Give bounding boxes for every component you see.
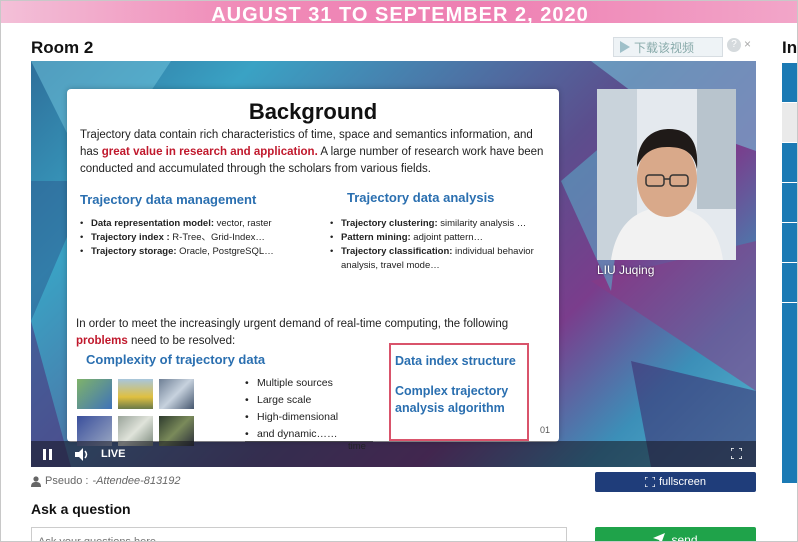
expand-icon bbox=[644, 477, 655, 487]
send-icon bbox=[653, 533, 666, 541]
bullet-term: Data representation model: bbox=[91, 218, 214, 229]
bullet-text: Oracle, PostgreSQL… bbox=[176, 246, 274, 257]
download-video-label: 下载该视频 bbox=[634, 40, 695, 55]
right-panel-strip bbox=[782, 63, 797, 483]
taxi-image bbox=[118, 379, 153, 409]
volume-icon[interactable] bbox=[75, 448, 91, 461]
right-heading: Trajectory data analysis bbox=[347, 190, 495, 205]
left-bullets: Data representation model: vector, raste… bbox=[79, 217, 319, 259]
demand-text-start: In order to meet the increasingly urgent… bbox=[76, 318, 509, 330]
bullet-text: adjoint pattern… bbox=[410, 232, 484, 243]
right-panel-row bbox=[782, 103, 797, 143]
bullet-text: vector, raster bbox=[214, 218, 272, 229]
map-image bbox=[77, 379, 112, 409]
thumbnail-grid bbox=[77, 379, 237, 449]
right-bullets: Trajectory clustering: similarity analys… bbox=[329, 217, 557, 273]
list-item: Trajectory clustering: similarity analys… bbox=[329, 217, 557, 231]
box-item-algorithm: Complex trajectory analysis algorithm bbox=[395, 384, 509, 415]
list-item: Trajectory index : R-Tree、Grid-Index… bbox=[79, 231, 319, 245]
ask-question-title: Ask a question bbox=[31, 501, 131, 517]
page-frame: AUGUST 31 TO SEPTEMBER 2, 2020 Room 2 In… bbox=[0, 0, 798, 542]
bullet-term: Pattern mining: bbox=[341, 232, 411, 243]
right-panel-row bbox=[782, 183, 797, 223]
send-button[interactable]: send bbox=[595, 527, 756, 542]
left-heading: Trajectory data management bbox=[80, 192, 257, 207]
list-item: Trajectory classification: individual be… bbox=[329, 245, 557, 273]
play-icon bbox=[620, 41, 630, 53]
bullet-text: R-Tree、Grid-Index… bbox=[169, 232, 265, 243]
problems-box: Data index structure Complex trajectory … bbox=[389, 343, 529, 441]
problems-highlight: problems bbox=[76, 335, 128, 347]
download-video-button[interactable]: 下载该视频 bbox=[613, 37, 723, 57]
presenter-image bbox=[597, 89, 736, 260]
banner-text: AUGUST 31 TO SEPTEMBER 2, 2020 bbox=[211, 4, 589, 23]
right-panel-row bbox=[782, 63, 797, 103]
fullscreen-label: fullscreen bbox=[658, 476, 707, 488]
traffic-image bbox=[159, 379, 194, 409]
list-item: High-dimensional bbox=[245, 409, 338, 426]
box-item-index: Data index structure bbox=[395, 354, 516, 368]
right-panel-row bbox=[782, 263, 797, 303]
presenter-camera bbox=[597, 89, 736, 260]
complexity-heading: Complexity of trajectory data bbox=[86, 352, 266, 367]
right-panel-row bbox=[782, 143, 797, 183]
slide-intro: Trajectory data contain rich characteris… bbox=[80, 127, 550, 178]
pause-icon[interactable] bbox=[43, 449, 53, 460]
video-player[interactable]: Background Trajectory data contain rich … bbox=[31, 61, 756, 467]
list-item: Multiple sources bbox=[245, 375, 338, 392]
bullet-term: Trajectory index : bbox=[91, 232, 170, 243]
demand-text-end: need to be resolved: bbox=[127, 335, 236, 347]
presenter-name: LIU Juqing bbox=[597, 263, 655, 277]
bullet-term: Trajectory classification: bbox=[341, 246, 453, 257]
bullet-term: Trajectory clustering: bbox=[341, 218, 438, 229]
slide-page-number: 01 bbox=[539, 425, 550, 435]
complexity-list: Multiple sources Large scale High-dimens… bbox=[245, 375, 338, 443]
list-item: Data representation model: vector, raste… bbox=[79, 217, 319, 231]
list-item: Trajectory storage: Oracle, PostgreSQL… bbox=[79, 245, 319, 259]
presentation-slide: Background Trajectory data contain rich … bbox=[67, 89, 559, 452]
list-item: Large scale bbox=[245, 392, 338, 409]
room-title: Room 2 bbox=[31, 38, 94, 57]
right-panel-title: In bbox=[782, 38, 798, 57]
send-label: send bbox=[671, 533, 698, 542]
player-controls: LIVE bbox=[31, 441, 756, 467]
question-input[interactable] bbox=[31, 527, 567, 541]
fullscreen-button[interactable]: fullscreen bbox=[595, 472, 756, 492]
help-icon[interactable]: ? bbox=[727, 38, 741, 52]
intro-highlight: great value in research and application. bbox=[101, 146, 318, 158]
pseudo-name: -Attendee-813192 bbox=[92, 475, 181, 487]
live-indicator: LIVE bbox=[101, 448, 126, 460]
list-item: Pattern mining: adjoint pattern… bbox=[329, 231, 557, 245]
pseudo-label: Pseudo : bbox=[45, 475, 89, 487]
slide-title: Background bbox=[248, 99, 378, 124]
fullscreen-icon[interactable] bbox=[731, 448, 742, 459]
close-icon[interactable]: × bbox=[744, 37, 751, 51]
event-banner: AUGUST 31 TO SEPTEMBER 2, 2020 bbox=[1, 1, 797, 23]
bullet-term: Trajectory storage: bbox=[91, 246, 177, 257]
pseudo-line: Pseudo : -Attendee-813192 bbox=[31, 475, 181, 487]
bullet-text: similarity analysis … bbox=[437, 218, 527, 229]
right-panel-row bbox=[782, 223, 797, 263]
user-icon bbox=[31, 475, 41, 487]
